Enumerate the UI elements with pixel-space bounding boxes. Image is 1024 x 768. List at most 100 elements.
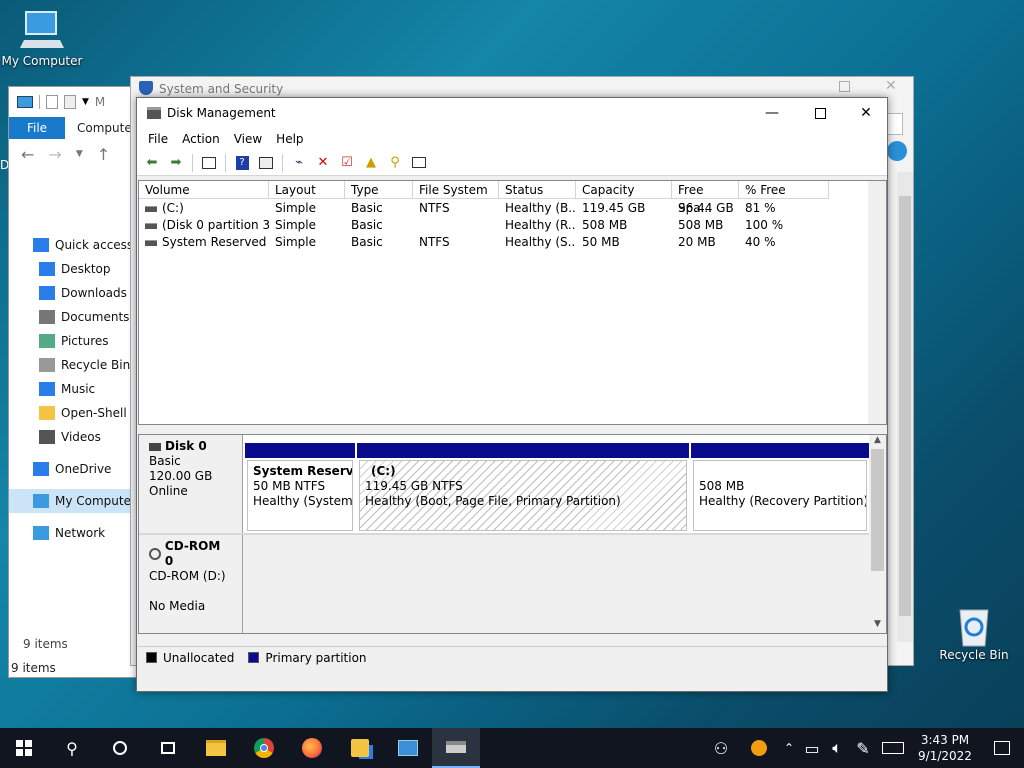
- column-header[interactable]: Volume: [139, 181, 269, 199]
- cell-text: 119.45 GB: [582, 201, 646, 215]
- firefox-icon[interactable]: [288, 728, 336, 768]
- desktop-icon-label: Recycle Bin: [939, 648, 1009, 662]
- dm-titlebar[interactable]: Disk Management — ✕: [137, 98, 887, 128]
- task-view-icon[interactable]: [144, 728, 192, 768]
- network-icon[interactable]: ▭: [800, 728, 824, 768]
- graph-scrollbar[interactable]: ▲ ▼: [869, 435, 886, 633]
- table-cell: Healthy (R...: [499, 217, 576, 234]
- clock-date: 9/1/2022: [918, 749, 972, 763]
- partition-size: 508 MB: [699, 479, 745, 493]
- column-header[interactable]: File System: [413, 181, 499, 199]
- partition-block[interactable]: 508 MB Healthy (Recovery Partition): [691, 443, 869, 531]
- volume-list[interactable]: Volume Layout Type File System Status Capacit…: [138, 180, 887, 425]
- cdrom-type: CD-ROM (D:): [149, 569, 226, 583]
- action-center-icon[interactable]: [980, 728, 1024, 768]
- check-icon[interactable]: ☑: [336, 153, 358, 173]
- minimize-button[interactable]: —: [749, 98, 795, 128]
- column-header[interactable]: Free Spa...: [672, 181, 739, 215]
- back-arrow-icon[interactable]: ⬅: [141, 153, 163, 173]
- chevron-down-icon[interactable]: ▼: [76, 149, 83, 159]
- scroll-down-icon[interactable]: ▼: [869, 619, 886, 633]
- help-icon[interactable]: [887, 141, 907, 161]
- menu-help[interactable]: Help: [269, 132, 310, 146]
- properties-icon[interactable]: [46, 95, 58, 109]
- cell-text: (Disk 0 partition 3): [162, 218, 269, 232]
- column-header[interactable]: Type: [345, 181, 413, 199]
- folder-cloud-icon[interactable]: [336, 728, 384, 768]
- scrollbar[interactable]: [897, 172, 913, 642]
- windows-start-button[interactable]: [0, 728, 48, 768]
- close-button[interactable]: ✕: [843, 98, 889, 128]
- rescan-icon[interactable]: ▲: [360, 153, 382, 173]
- maximize-button[interactable]: [839, 81, 850, 92]
- close-button[interactable]: ✕: [885, 78, 897, 94]
- volume-icon: [145, 222, 157, 229]
- status-bar-items: 9 items: [11, 661, 56, 675]
- scroll-up-icon[interactable]: ▲: [869, 435, 886, 449]
- settings-list-icon[interactable]: [408, 153, 430, 173]
- cortana-icon[interactable]: [96, 728, 144, 768]
- forward-arrow-icon[interactable]: →: [48, 145, 61, 164]
- cdrom-area[interactable]: [243, 535, 869, 633]
- table-cell: NTFS: [413, 234, 499, 251]
- cell-text: Basic: [351, 201, 383, 215]
- disk-management-taskbar-icon[interactable]: [432, 728, 480, 768]
- partition-block[interactable]: (C:) 119.45 GB NTFS Healthy (Boot, Page Fi…: [357, 443, 689, 531]
- chevron-up-icon[interactable]: ⌃: [778, 728, 800, 768]
- cdrom-state: No Media: [149, 599, 206, 613]
- menu-action[interactable]: Action: [175, 132, 227, 146]
- table-cell: Simple: [269, 217, 345, 234]
- up-arrow-icon[interactable]: ↑: [97, 145, 110, 164]
- column-header[interactable]: Capacity: [576, 181, 672, 199]
- disk-0-label[interactable]: Disk 0 Basic 120.00 GB Online: [139, 435, 243, 533]
- desktop-icon-recycle-bin[interactable]: Recycle Bin: [932, 604, 1016, 662]
- keyboard-icon[interactable]: [876, 728, 910, 768]
- star-icon: [33, 238, 49, 252]
- system-clock[interactable]: 3:43 PM 9/1/2022: [910, 732, 980, 764]
- connect-disk-icon[interactable]: ⌁: [288, 153, 310, 173]
- disk-management-window[interactable]: Disk Management — ✕ File Action View Help ⬅…: [136, 97, 888, 692]
- nav-item-label: Network: [55, 526, 106, 540]
- properties-icon[interactable]: [255, 153, 277, 173]
- notification-app-icon[interactable]: [740, 728, 778, 768]
- cell-text: 20 MB: [678, 235, 716, 249]
- cell-text: 50 MB: [582, 235, 620, 249]
- ribbon-file-tab[interactable]: File: [9, 117, 65, 139]
- help-icon[interactable]: ?: [231, 153, 253, 173]
- maximize-button[interactable]: [797, 98, 843, 128]
- nav-item-label: My Computer: [55, 494, 136, 508]
- list-scrollbar[interactable]: [868, 181, 886, 424]
- table-cell: 508 MB: [576, 217, 672, 234]
- column-header[interactable]: Status: [499, 181, 576, 199]
- desktop-icon-my-computer[interactable]: My Computer: [0, 10, 84, 68]
- disk-size: 120.00 GB: [149, 469, 213, 483]
- column-header[interactable]: % Free: [739, 181, 829, 199]
- partition-status: Healthy (Recovery Partition): [699, 494, 867, 508]
- chevron-down-icon[interactable]: ▼: [82, 97, 89, 107]
- legend-primary: Primary partition: [265, 650, 367, 665]
- cdrom-0-label[interactable]: CD-ROM 0 CD-ROM (D:) No Media: [139, 535, 243, 633]
- disk-graphical-view[interactable]: Disk 0 Basic 120.00 GB Online System Res…: [138, 434, 887, 634]
- menu-view[interactable]: View: [227, 132, 269, 146]
- new-folder-icon[interactable]: [64, 95, 76, 109]
- column-header[interactable]: Layout: [269, 181, 345, 199]
- nav-item-label: Documents: [61, 310, 130, 324]
- partition-size: 119.45 GB NTFS: [365, 479, 463, 493]
- pen-icon[interactable]: ✎: [850, 728, 876, 768]
- search-icon[interactable]: ⚲: [48, 728, 96, 768]
- partition-block[interactable]: System Reserved50 MB NTFSHealthy (System…: [245, 443, 355, 531]
- show-hide-pane-icon[interactable]: [198, 153, 220, 173]
- volume-icon[interactable]: 🔈︎: [824, 728, 850, 768]
- chrome-icon[interactable]: [240, 728, 288, 768]
- search-icon[interactable]: ⚲: [384, 153, 406, 173]
- videos-icon: [39, 430, 55, 444]
- back-arrow-icon[interactable]: ←: [21, 145, 34, 164]
- table-cell: 81 %: [739, 200, 829, 217]
- file-explorer-taskbar-icon[interactable]: [192, 728, 240, 768]
- nav-item-label: OneDrive: [55, 462, 112, 476]
- control-panel-icon[interactable]: [384, 728, 432, 768]
- delete-icon[interactable]: ✕: [312, 153, 334, 173]
- forward-arrow-icon[interactable]: ➡: [165, 153, 187, 173]
- people-icon[interactable]: ⚇: [702, 728, 740, 768]
- menu-file[interactable]: File: [141, 132, 175, 146]
